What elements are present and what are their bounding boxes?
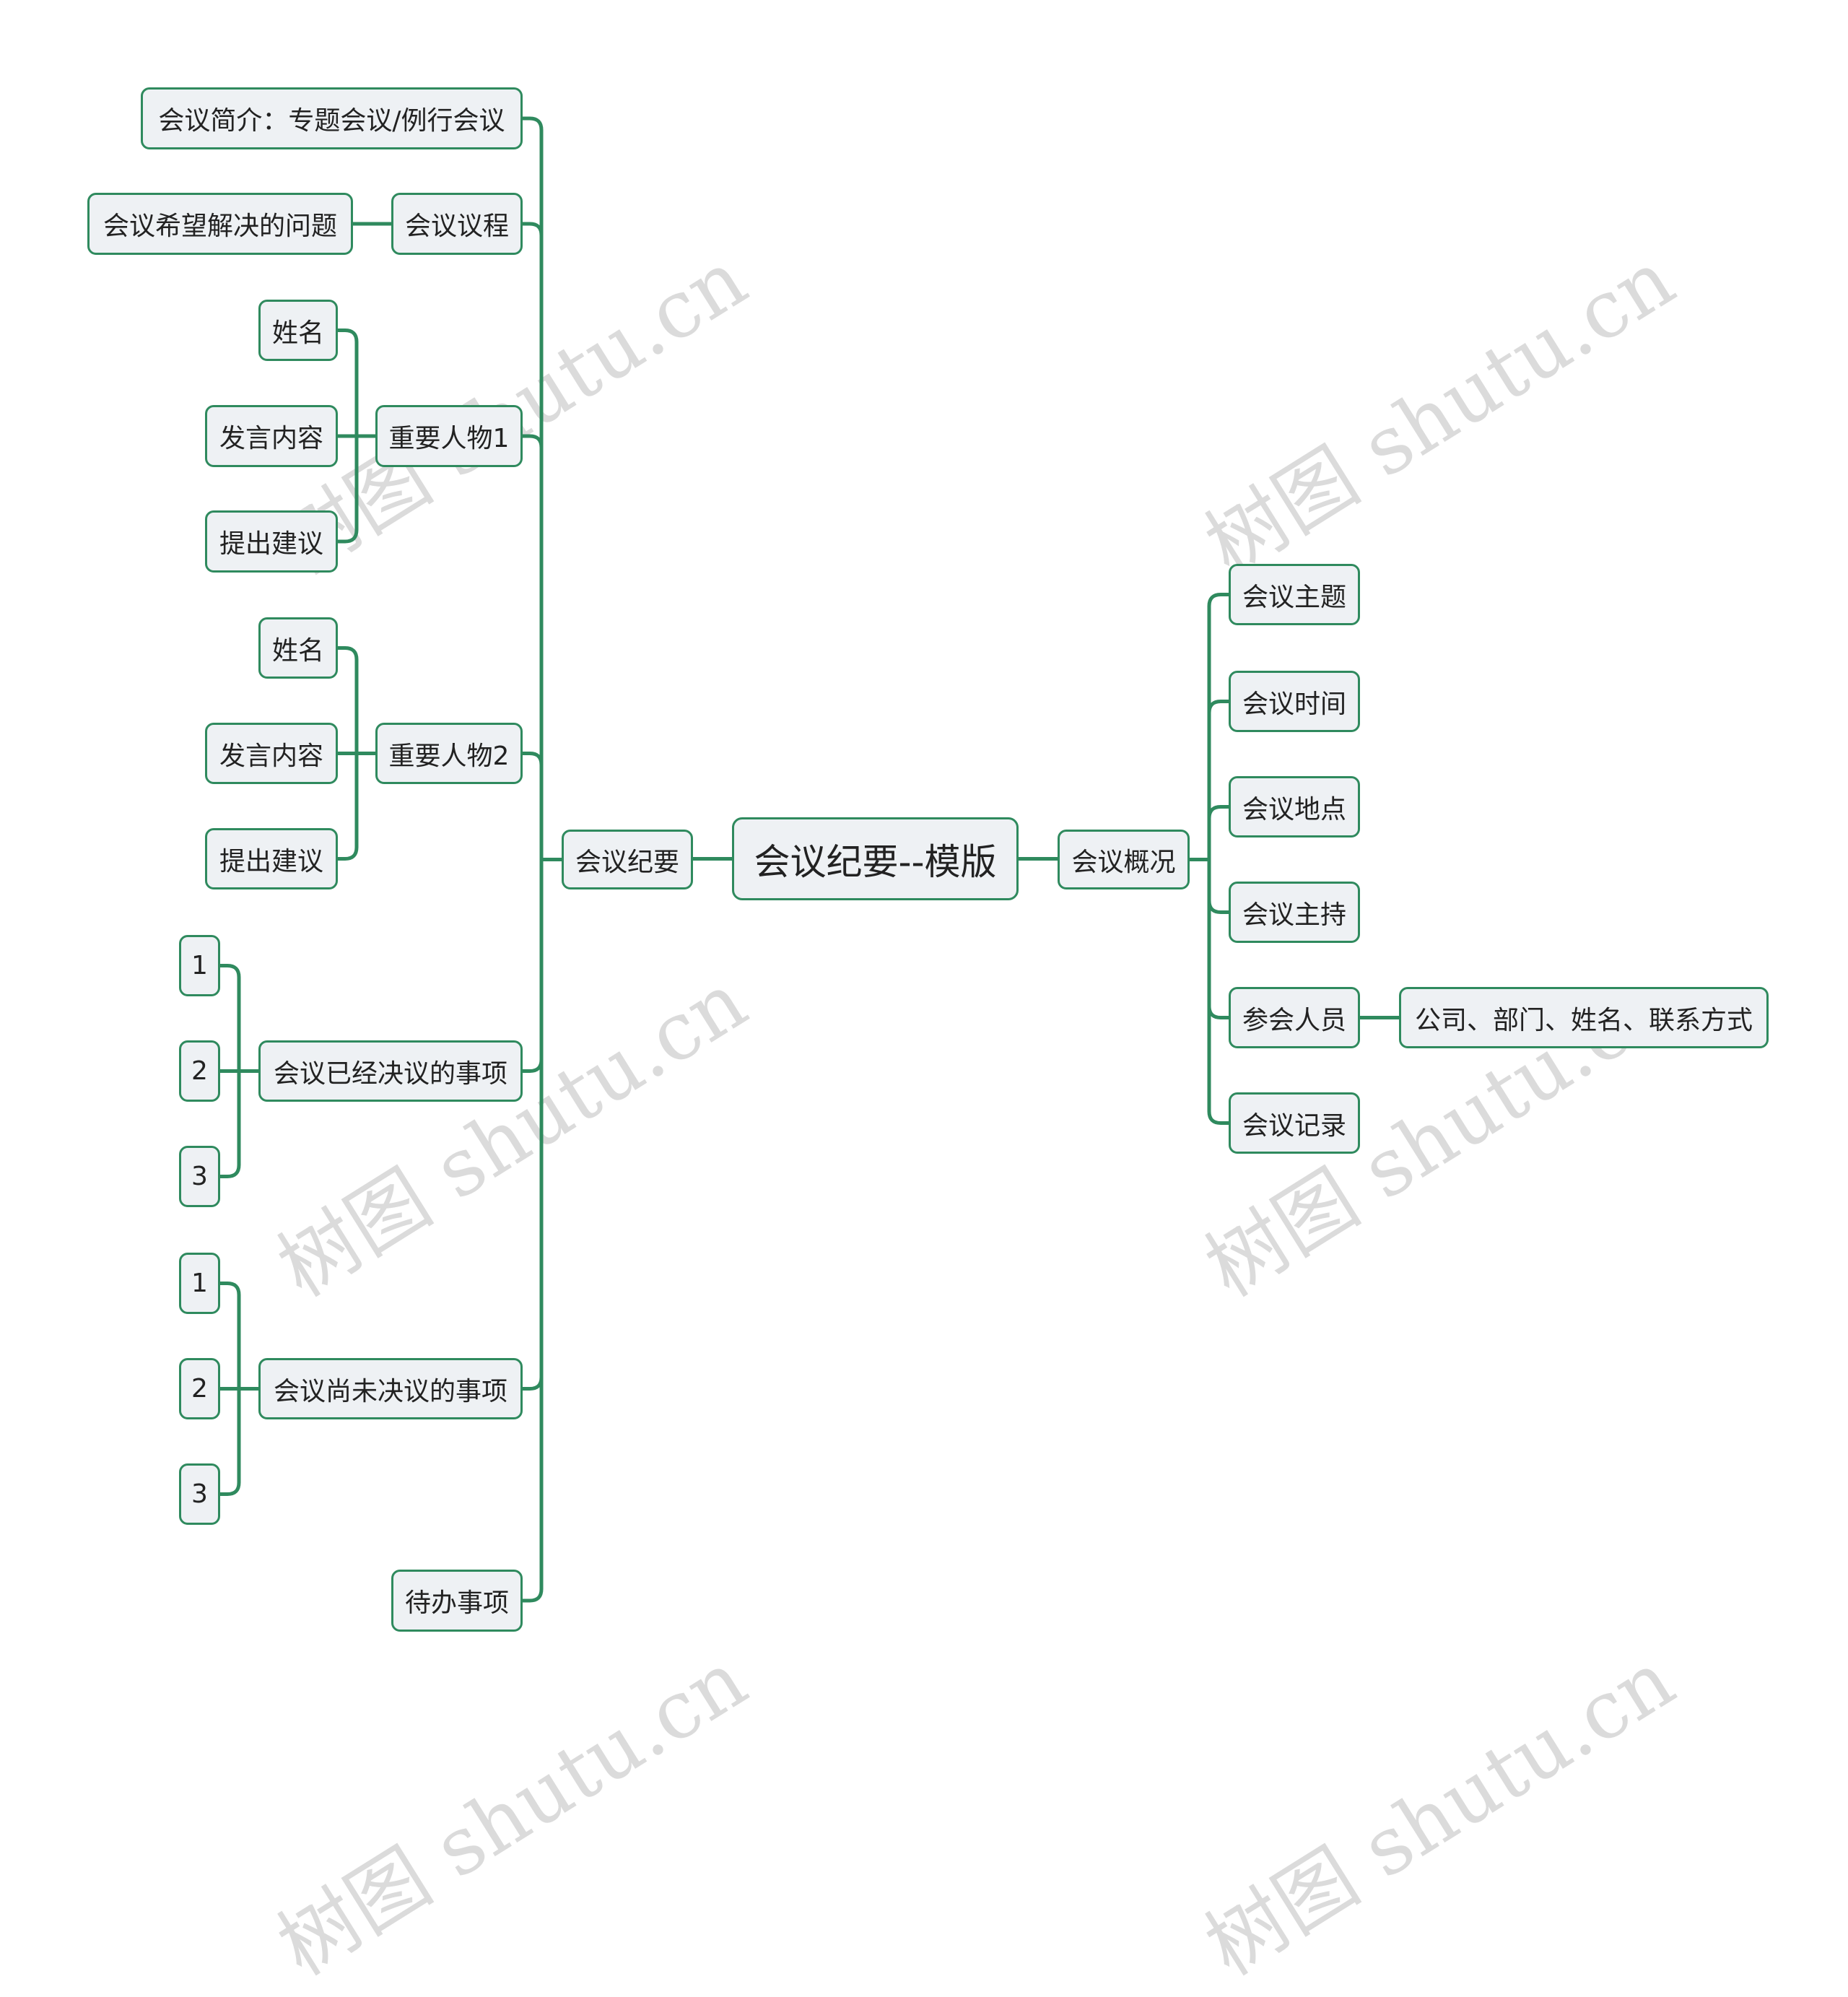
node-meeting-time[interactable]: 会议时间 bbox=[1229, 671, 1360, 732]
connector-line bbox=[1207, 805, 1229, 860]
node-unresolved-2[interactable]: 2 bbox=[179, 1358, 220, 1419]
connector-line bbox=[523, 222, 544, 860]
node-unresolved-3[interactable]: 3 bbox=[179, 1463, 220, 1525]
node-key-person-1[interactable]: 重要人物1 bbox=[375, 405, 523, 467]
node-unresolved-1[interactable]: 1 bbox=[179, 1253, 220, 1314]
connector-line bbox=[1207, 593, 1229, 860]
connector-line bbox=[338, 329, 359, 436]
node-meeting-record[interactable]: 会议记录 bbox=[1229, 1092, 1360, 1154]
node-p2-name[interactable]: 姓名 bbox=[258, 617, 338, 679]
node-resolved-3[interactable]: 3 bbox=[179, 1146, 220, 1207]
connector-line bbox=[523, 752, 544, 860]
node-meeting-intro[interactable]: 会议简介：专题会议/例行会议 bbox=[141, 87, 523, 149]
node-unresolved-items[interactable]: 会议尚未决议的事项 bbox=[258, 1358, 523, 1419]
node-agenda[interactable]: 会议议程 bbox=[391, 193, 523, 255]
node-todo[interactable]: 待办事项 bbox=[391, 1570, 523, 1632]
node-meeting-host[interactable]: 会议主持 bbox=[1229, 882, 1360, 943]
node-p2-speech[interactable]: 发言内容 bbox=[205, 723, 338, 784]
node-meeting-place[interactable]: 会议地点 bbox=[1229, 776, 1360, 837]
connector-line bbox=[1207, 859, 1229, 1125]
connector-line bbox=[1207, 859, 1229, 1019]
connector-line bbox=[220, 1071, 241, 1178]
node-resolved-items[interactable]: 会议已经决议的事项 bbox=[258, 1040, 523, 1102]
node-meeting-topic[interactable]: 会议主题 bbox=[1229, 564, 1360, 625]
node-resolved-1[interactable]: 1 bbox=[179, 935, 220, 996]
node-agenda-issues[interactable]: 会议希望解决的问题 bbox=[87, 193, 353, 255]
connector-line bbox=[220, 964, 241, 1071]
node-key-person-2[interactable]: 重要人物2 bbox=[375, 723, 523, 784]
root-node[interactable]: 会议纪要--模版 bbox=[732, 817, 1019, 900]
node-resolved-2[interactable]: 2 bbox=[179, 1040, 220, 1102]
branch-meeting-overview[interactable]: 会议概况 bbox=[1058, 830, 1190, 889]
connector-line bbox=[523, 859, 544, 1391]
connector-line bbox=[338, 646, 359, 754]
connector-line bbox=[338, 753, 359, 861]
node-p2-suggestion[interactable]: 提出建议 bbox=[205, 828, 338, 889]
connector-line bbox=[220, 1388, 241, 1496]
connector-line bbox=[1207, 859, 1229, 914]
connector-line bbox=[523, 859, 544, 1073]
node-p1-suggestion[interactable]: 提出建议 bbox=[205, 510, 338, 573]
node-attendee-details[interactable]: 公司、部门、姓名、联系方式 bbox=[1399, 987, 1769, 1048]
node-attendees[interactable]: 参会人员 bbox=[1229, 987, 1360, 1048]
connector-line bbox=[1207, 700, 1229, 860]
connector-line bbox=[523, 434, 544, 860]
connector-line bbox=[338, 436, 359, 544]
branch-meeting-minutes[interactable]: 会议纪要 bbox=[562, 830, 693, 889]
node-p1-name[interactable]: 姓名 bbox=[258, 300, 338, 361]
node-p1-speech[interactable]: 发言内容 bbox=[205, 405, 338, 467]
connector-line bbox=[523, 859, 544, 1603]
connector-line bbox=[220, 1282, 241, 1389]
